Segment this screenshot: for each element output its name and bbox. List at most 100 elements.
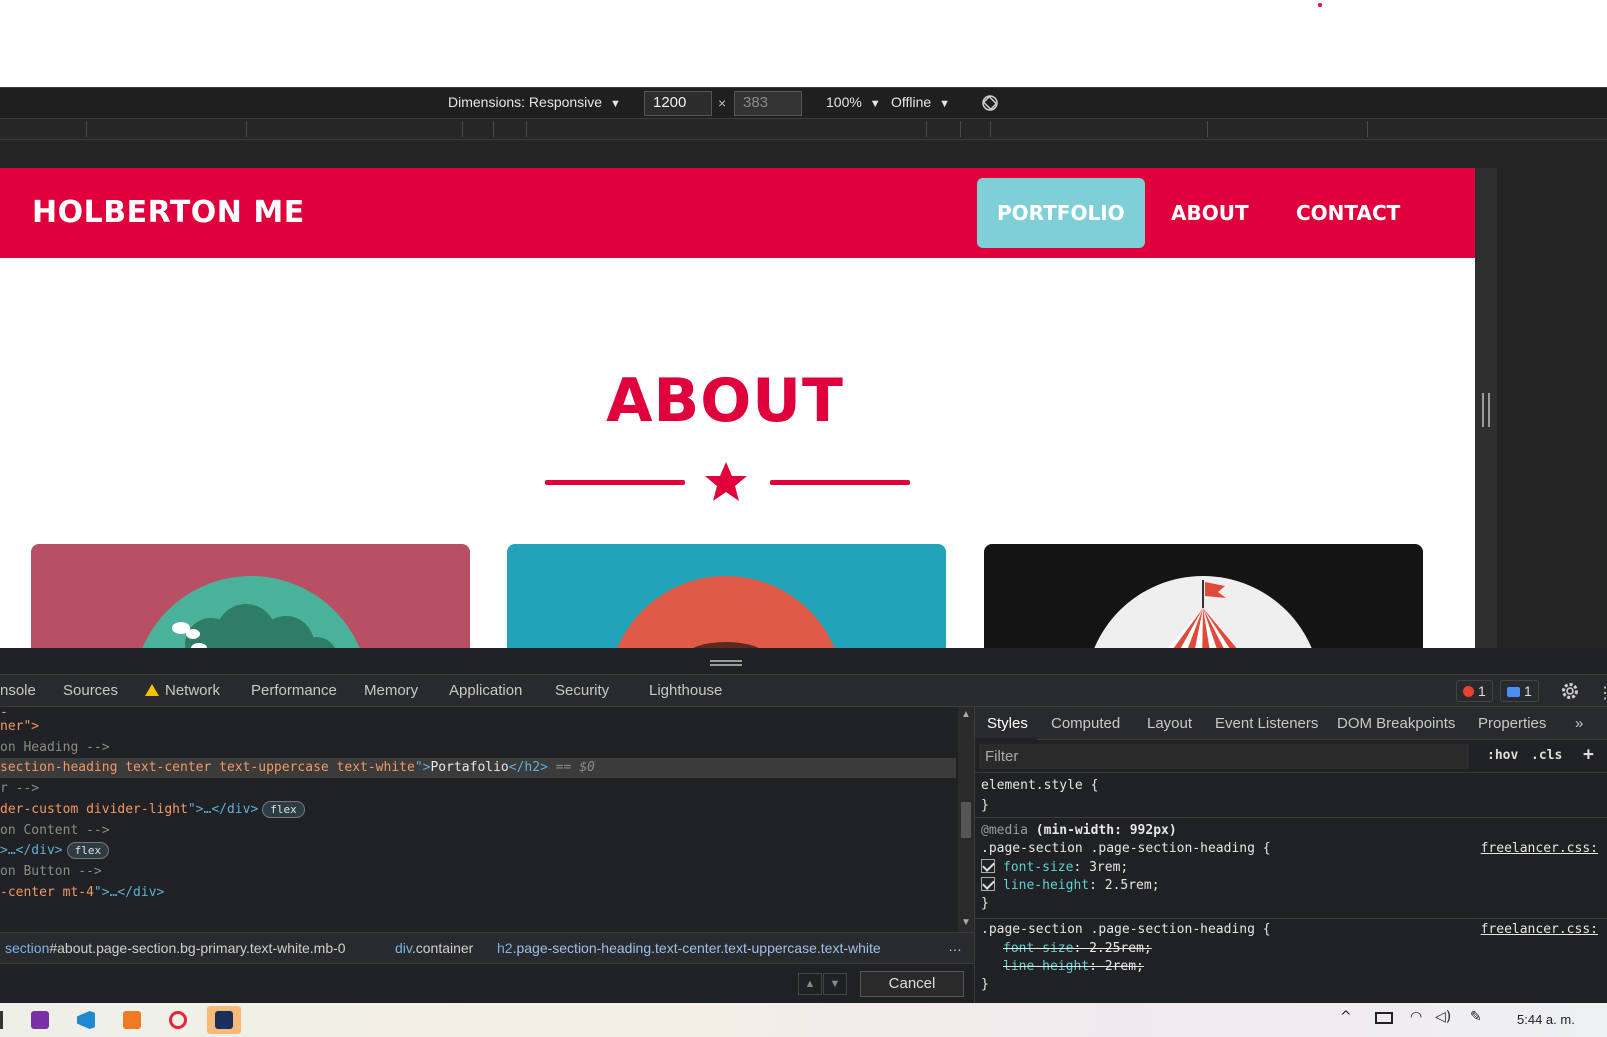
error-count: 1 — [1478, 683, 1486, 699]
add-rule-icon[interactable]: + — [1583, 744, 1594, 765]
device-toolbar: Dimensions: Responsive ▼ 1200 × 383 100%… — [0, 87, 1607, 118]
xampp-icon[interactable] — [115, 1006, 149, 1034]
code-line-selected[interactable]: section-heading text-center text-upperca… — [0, 758, 956, 778]
prop-line-overridden[interactable]: line-height: 2rem; — [1003, 958, 1144, 976]
tab-security[interactable]: Security — [555, 682, 609, 699]
error-icon — [1463, 686, 1474, 697]
styles-filter-input[interactable]: Filter — [979, 744, 1469, 769]
checkbox-icon[interactable] — [981, 877, 995, 891]
hov-button[interactable]: :hov — [1487, 748, 1518, 763]
flex-badge[interactable]: flex — [262, 801, 305, 818]
nav-portfolio[interactable]: PORTFOLIO — [977, 178, 1145, 248]
tab-event-listeners[interactable]: Event Listeners — [1215, 715, 1318, 732]
width-input[interactable]: 1200 — [644, 91, 712, 116]
scroll-up-icon[interactable]: ▲ — [961, 709, 971, 720]
prop-line-overridden[interactable]: font-size: 2.25rem; — [1003, 940, 1152, 958]
styles-tab-bar: Styles Computed Layout Event Listeners D… — [975, 707, 1607, 740]
dimensions-label: Dimensions: Responsive — [448, 94, 603, 110]
browser-top-area — [0, 0, 1607, 87]
chevron-up-icon[interactable]: ▲ — [798, 973, 822, 995]
breadcrumb: section#about.page-section.bg-primary.te… — [0, 932, 974, 963]
height-input[interactable]: 383 — [734, 91, 802, 116]
rule-selector[interactable]: .page-section .page-section-heading { — [981, 840, 1271, 858]
flex-badge[interactable]: flex — [66, 842, 110, 859]
code-line[interactable]: on Heading --> — [0, 738, 110, 758]
tab-performance[interactable]: Performance — [251, 682, 337, 699]
rule-selector[interactable]: .page-section .page-section-heading { — [981, 921, 1271, 939]
onenote-icon[interactable] — [23, 1006, 57, 1034]
tab-styles[interactable]: Styles — [987, 715, 1028, 732]
code-line[interactable]: on Button --> — [0, 862, 102, 882]
volume-icon[interactable]: ◁) — [1435, 1009, 1451, 1025]
zoom-select[interactable]: 100% ▼ — [826, 94, 881, 110]
gear-icon[interactable] — [1560, 681, 1580, 701]
nav-about[interactable]: ABOUT — [1151, 178, 1269, 248]
message-badge[interactable]: 1 — [1500, 680, 1539, 702]
opera-icon[interactable] — [161, 1006, 195, 1034]
throttle-select[interactable]: Offline ▼ — [891, 94, 950, 110]
rule-base: .page-section .page-section-heading { fr… — [975, 919, 1607, 1003]
scroll-down-icon[interactable]: ▼ — [961, 917, 971, 928]
source-link[interactable]: freelancer.css: — [1481, 840, 1598, 858]
pen-icon[interactable]: ✎ — [1470, 1009, 1482, 1025]
prop-line[interactable]: line-height: 2.5rem; — [981, 877, 1160, 895]
elements-scrollbar[interactable]: ▲ ▼ — [958, 707, 974, 932]
tab-dom-breakpoints[interactable]: DOM Breakpoints — [1337, 715, 1455, 732]
portfolio-card-cake[interactable] — [507, 544, 946, 648]
scroll-thumb[interactable] — [961, 802, 971, 838]
zoom-label: 100% — [826, 94, 862, 110]
source-link[interactable]: freelancer.css: — [1481, 921, 1598, 939]
code-line[interactable]: der-custom divider-light">…</div> flex — [0, 800, 305, 820]
tab-network-label: Network — [165, 682, 221, 699]
code-line[interactable]: r --> — [0, 779, 39, 799]
tab-network[interactable]: Network — [145, 682, 220, 699]
portfolio-card-cabin[interactable] — [31, 544, 470, 648]
battery-icon[interactable] — [1375, 1012, 1393, 1024]
wifi-icon[interactable]: ◠ — [1410, 1009, 1422, 1025]
code-line[interactable]: >…</div> flex — [0, 841, 110, 861]
rotate-icon[interactable] — [980, 93, 1000, 113]
rule-close: } — [981, 798, 989, 813]
cake-illustration-icon — [617, 576, 835, 648]
site-brand[interactable]: HOLBERTON ME — [32, 195, 305, 230]
tab-layout[interactable]: Layout — [1147, 715, 1192, 732]
crumb-h2[interactable]: h2.page-section-heading.text-center.text… — [497, 940, 881, 956]
dimensions-select[interactable]: Dimensions: Responsive ▼ — [448, 94, 621, 110]
star-icon — [705, 462, 747, 501]
tab-lighthouse[interactable]: Lighthouse — [649, 682, 722, 699]
error-badge[interactable]: 1 — [1456, 680, 1493, 702]
more-options-icon[interactable]: ⋮ — [1597, 683, 1607, 703]
chevron-down-icon[interactable]: ▼ — [823, 973, 847, 995]
chevron-up-icon[interactable]: ^ — [1340, 1009, 1352, 1025]
tab-memory[interactable]: Memory — [364, 682, 418, 699]
rule-selector[interactable]: element.style { — [981, 777, 1098, 795]
tab-properties[interactable]: Properties — [1478, 715, 1546, 732]
tab-console[interactable]: nsole — [0, 682, 36, 699]
chevron-down-icon: ▼ — [939, 98, 950, 110]
more-tabs-icon[interactable]: » — [1575, 715, 1583, 732]
tab-sources[interactable]: Sources — [63, 682, 118, 699]
prop-line[interactable]: font-size: 3rem; — [981, 859, 1128, 877]
search-input[interactable] — [4, 970, 794, 996]
filter-row: Filter :hov .cls + — [975, 740, 1607, 773]
code-line[interactable]: ner"> — [0, 717, 39, 737]
crumb-div[interactable]: div.container — [395, 940, 473, 956]
code-line[interactable]: on Content --> — [0, 821, 110, 841]
styles-pane: Styles Computed Layout Event Listeners D… — [974, 707, 1607, 1003]
portfolio-card-circus[interactable] — [984, 544, 1423, 648]
cls-button[interactable]: .cls — [1531, 748, 1562, 763]
more-crumbs-icon[interactable]: … — [948, 938, 962, 954]
code-line[interactable]: -center mt-4">…</div> — [0, 883, 164, 903]
devtools-drag-handle[interactable] — [710, 660, 742, 666]
tab-computed[interactable]: Computed — [1051, 715, 1120, 732]
app-icon[interactable] — [207, 1006, 241, 1034]
cancel-button[interactable]: Cancel — [860, 971, 964, 997]
nav-contact[interactable]: CONTACT — [1276, 178, 1420, 248]
clock[interactable]: 5:44 a. m. — [1517, 1012, 1575, 1027]
vscode-icon[interactable] — [69, 1006, 103, 1034]
crumb-section[interactable]: section#about.page-section.bg-primary.te… — [5, 940, 346, 956]
resize-handle[interactable] — [1482, 393, 1490, 427]
checkbox-icon[interactable] — [981, 859, 995, 873]
tab-application[interactable]: Application — [449, 682, 522, 699]
media-query-ruler[interactable] — [0, 118, 1607, 140]
